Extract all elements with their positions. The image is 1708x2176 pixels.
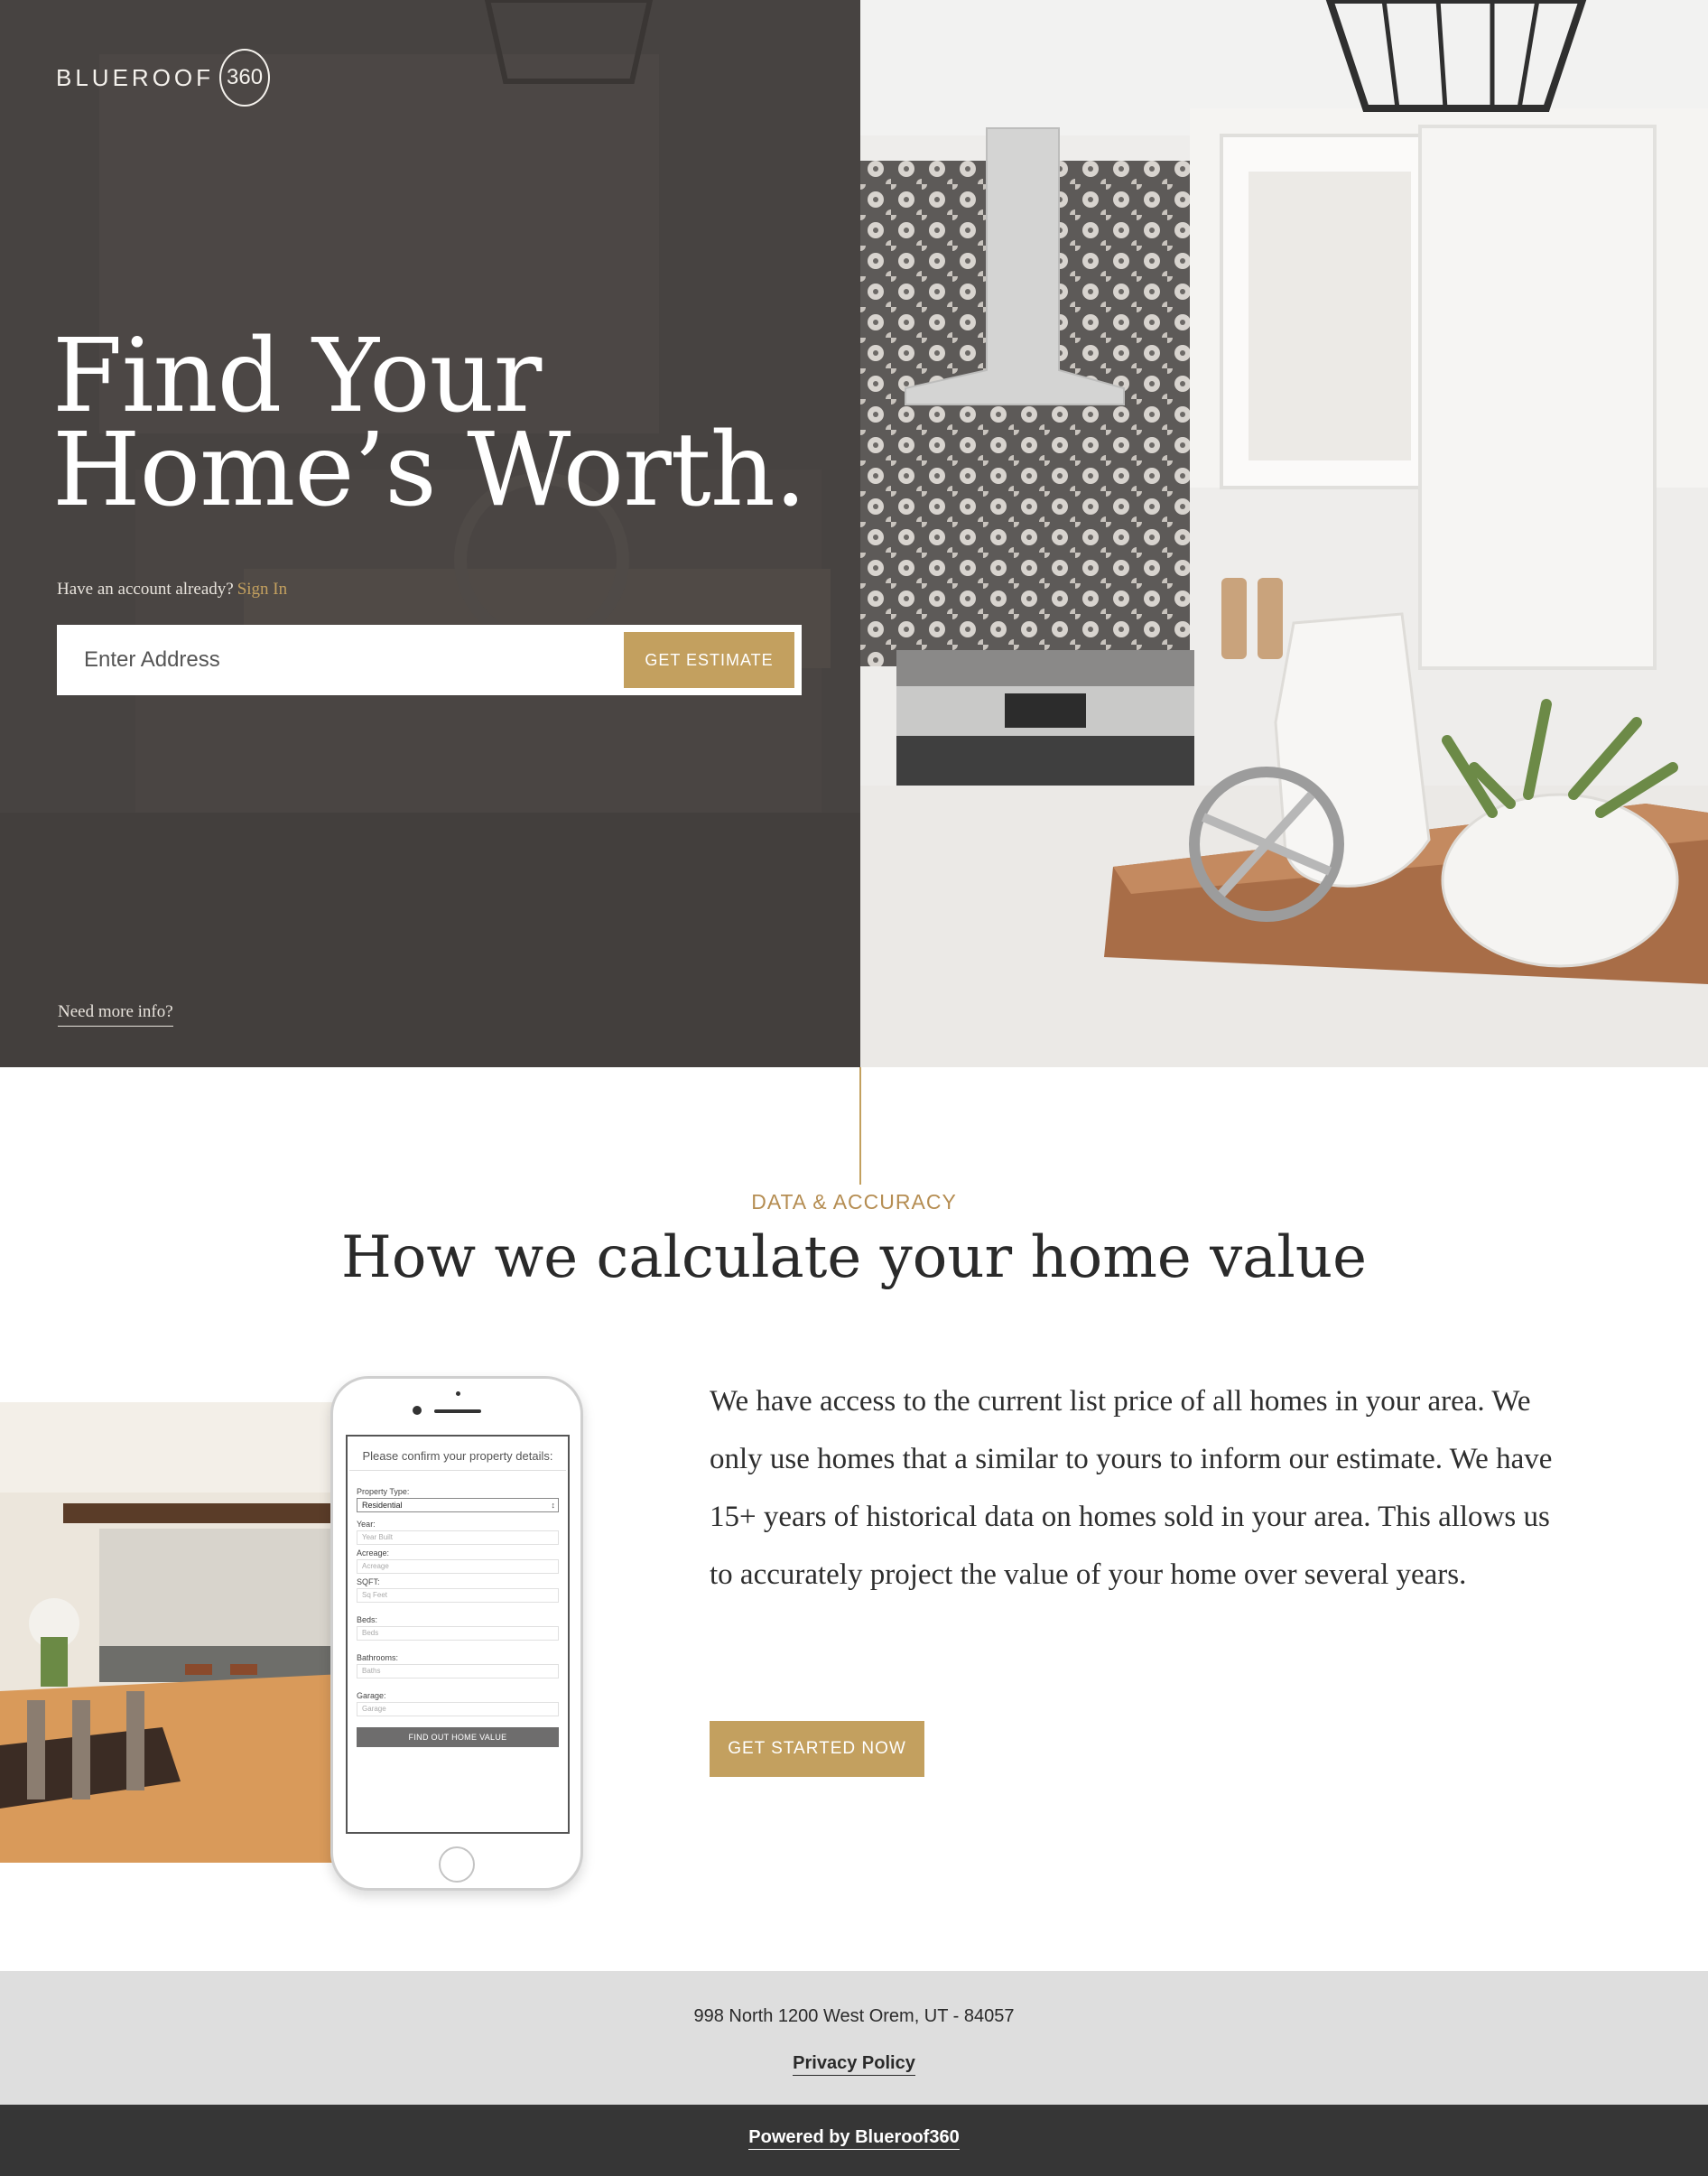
form-field-input: Beds — [357, 1626, 559, 1641]
section-divider — [859, 1067, 861, 1185]
powered-by: Powered by Blueroof360 — [0, 2127, 1708, 2150]
get-estimate-button[interactable]: GET ESTIMATE — [624, 632, 794, 688]
section-body-text: We have access to the current list price… — [710, 1385, 1553, 1591]
hero-title: Find Your Home’s Worth. — [52, 318, 847, 529]
footer-address: 998 North 1200 West Orem, UT - 84057 — [693, 2006, 1015, 2026]
form-field-input: Year Built — [357, 1530, 559, 1545]
form-field-input: Sq Feet — [357, 1588, 559, 1603]
privacy-policy-link[interactable]: Privacy Policy — [793, 2053, 915, 2076]
form-field-label: Acreage: — [357, 1548, 390, 1558]
hero-title-line-2: Home’s Worth. — [52, 412, 807, 529]
form-field-input: Garage — [357, 1702, 559, 1716]
logo-badge: 360 — [219, 49, 271, 107]
sign-in-link[interactable]: Sign In — [237, 580, 287, 599]
phone-home-button — [439, 1846, 475, 1883]
phone-camera — [413, 1406, 422, 1415]
kitchen-photo — [860, 0, 1708, 1067]
phone-sensor — [456, 1391, 460, 1396]
form-field-input: Acreage — [357, 1559, 559, 1574]
hero-title-line-1: Find Your — [52, 318, 542, 435]
dining-room-photo — [0, 1402, 361, 1863]
form-field-input: Baths — [357, 1664, 559, 1678]
property-type-label: Property Type: — [357, 1487, 410, 1496]
account-prompt-text: Have an account already? — [57, 580, 234, 599]
footer-info-band — [0, 1971, 1708, 2105]
address-input[interactable] — [57, 625, 624, 695]
need-more-info-link[interactable]: Need more info? — [58, 1002, 173, 1027]
address-search-form: GET ESTIMATE — [57, 625, 802, 695]
form-field-label: Year: — [357, 1520, 376, 1529]
form-field-label: SQFT: — [357, 1577, 380, 1586]
phone-screen: Please confirm your property details: Pr… — [346, 1435, 570, 1834]
hero-background-kitchen — [0, 0, 860, 1067]
dining-room-image — [0, 1402, 361, 1863]
powered-by-link[interactable]: Powered by Blueroof360 — [748, 2127, 960, 2150]
find-home-value-button: FIND OUT HOME VALUE — [357, 1727, 559, 1747]
phone-mockup: Please confirm your property details: Pr… — [330, 1376, 583, 1891]
phone-form-title: Please confirm your property details: — [349, 1449, 566, 1471]
form-field-label: Beds: — [357, 1615, 378, 1624]
property-type-select: Residential — [357, 1498, 559, 1512]
brand-logo[interactable]: BLUEROOF 360 — [56, 49, 271, 107]
section-eyebrow: DATA & ACCURACY — [751, 1190, 957, 1214]
form-field-label: Bathrooms: — [357, 1653, 399, 1662]
section-title: How we calculate your home value — [341, 1224, 1367, 1291]
hero-section: BLUEROOF 360 Find Your Home’s Worth. Hav… — [0, 0, 1708, 1067]
form-field-label: Garage: — [357, 1691, 386, 1700]
logo-wordmark: BLUEROOF — [56, 63, 215, 91]
hero-overlay-panel: BLUEROOF 360 Find Your Home’s Worth. Hav… — [0, 0, 860, 1067]
account-prompt: Have an account already? Sign In — [57, 580, 287, 600]
privacy-policy: Privacy Policy — [0, 2053, 1708, 2076]
get-started-button[interactable]: GET STARTED NOW — [710, 1721, 924, 1777]
phone-speaker — [434, 1409, 481, 1413]
hero-kitchen-image — [860, 0, 1708, 1067]
